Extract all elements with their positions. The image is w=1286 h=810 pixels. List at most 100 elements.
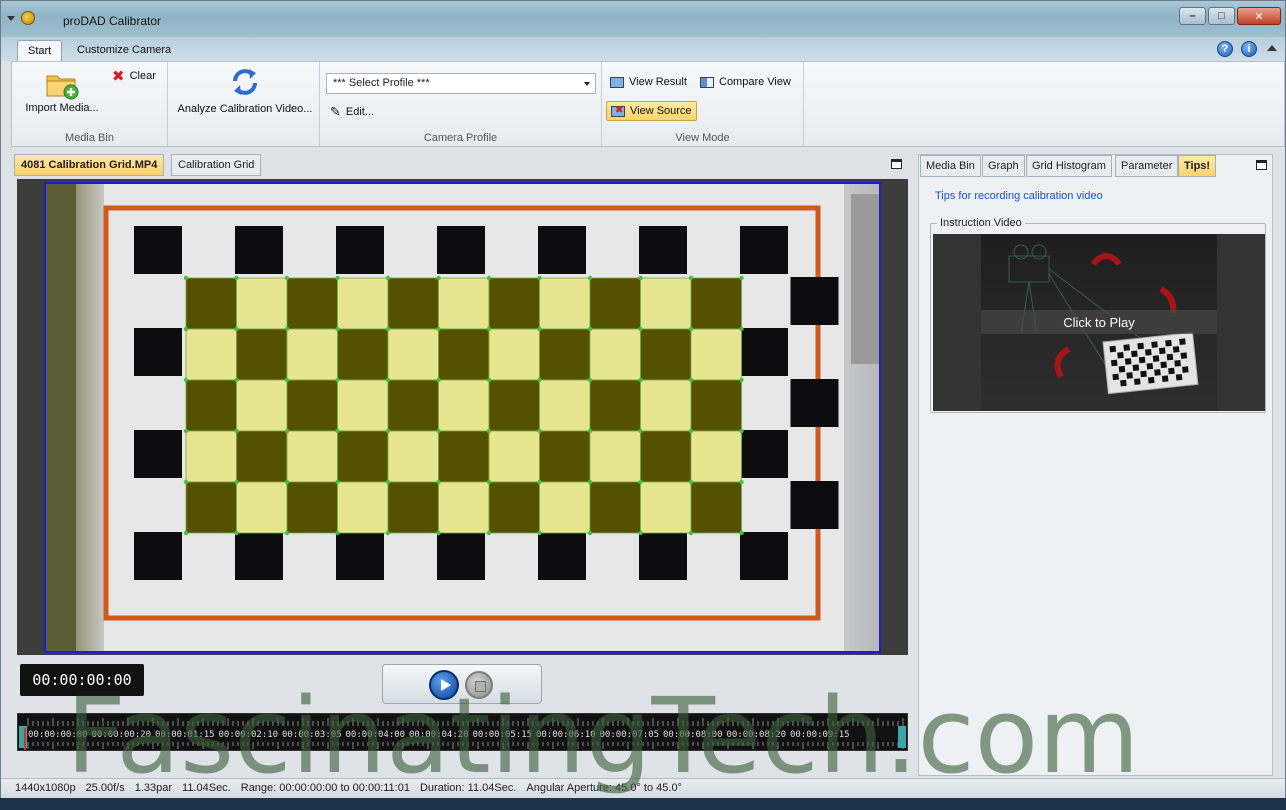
grid-corner-point: [688, 275, 694, 281]
status-duration: Duration: 11.04Sec.: [419, 782, 517, 794]
grid-corner-point: [436, 326, 441, 332]
detected-grid-cell: [589, 277, 641, 330]
detected-grid-cell: [438, 277, 490, 330]
monitor-icon: [610, 76, 624, 88]
close-button[interactable]: ✕: [1237, 7, 1281, 25]
timeline-tick-label: 00:00:06:10: [536, 730, 596, 740]
app-logo-icon: [21, 11, 35, 25]
clear-x-icon: ✖: [112, 68, 125, 85]
tab-start[interactable]: Start: [17, 40, 63, 62]
edit-profile-button[interactable]: ✎ Edit...: [326, 102, 378, 122]
window-title: proDAD Calibrator: [63, 14, 162, 28]
timeline-tick-label: 00:00:00:00: [28, 730, 88, 740]
ribbon-tab-bar: Start Customize Camera ? i: [1, 37, 1285, 62]
refresh-icon: [233, 69, 257, 95]
checker-square: [740, 226, 788, 274]
profile-select[interactable]: *** Select Profile ***: [326, 73, 596, 94]
grid-corner-point: [234, 428, 239, 434]
instruction-video-thumbnail[interactable]: Click to Play: [933, 234, 1265, 411]
media-bin-group-label: Media Bin: [65, 132, 114, 144]
checker-square: [740, 328, 788, 376]
checker-square: [639, 226, 687, 274]
detected-grid-cell: [539, 379, 591, 432]
detected-grid-cell: [488, 481, 540, 534]
grid-corner-point: [688, 428, 694, 434]
ribbon-collapse-icon[interactable]: [1267, 45, 1277, 51]
detected-grid-cell: [539, 481, 591, 534]
tab-parameter[interactable]: Parameter: [1115, 155, 1179, 177]
analyze-calibration-button[interactable]: Analyze Calibration Video...: [172, 66, 318, 115]
detected-grid-cell: [387, 277, 439, 330]
grid-corner-point: [587, 530, 593, 536]
checker-square: [235, 532, 283, 580]
checker-square: [639, 532, 687, 580]
grid-corner-point: [284, 428, 290, 434]
grid-corner-point: [385, 479, 391, 485]
transport-controls: [382, 664, 542, 704]
timeline[interactable]: 00:00:00:00 00:00:00:20 00:00:01:15 00:00:0…: [17, 713, 908, 751]
detected-grid-cell: [690, 379, 742, 432]
play-button[interactable]: [429, 670, 459, 700]
system-menu-icon[interactable]: [7, 15, 15, 21]
view-source-button[interactable]: ✖ View Source: [606, 101, 697, 121]
calibration-grid-image: [46, 184, 879, 651]
detected-grid-cell: [640, 277, 692, 330]
grid-corner-point: [284, 530, 290, 536]
stop-button[interactable]: [465, 671, 493, 699]
compare-view-label: Compare View: [719, 76, 791, 88]
maximize-panel-icon[interactable]: [1256, 160, 1267, 170]
right-panel: Media Bin Graph Grid Histogram Parameter…: [918, 154, 1273, 776]
tab-calibration-grid[interactable]: Calibration Grid: [171, 154, 262, 176]
tab-video-file[interactable]: 4081 Calibration Grid.MP4: [14, 154, 165, 176]
grid-corner-point: [436, 377, 441, 383]
timeline-tick-label: 00:00:01:15: [155, 730, 215, 740]
maximize-button[interactable]: □: [1208, 7, 1235, 25]
detected-grid-cell: [488, 430, 540, 483]
grid-corner-point: [183, 377, 189, 383]
click-to-play-label[interactable]: Click to Play: [981, 310, 1217, 334]
checker-square: [134, 430, 182, 478]
grid-corner-point: [638, 428, 643, 434]
folder-add-icon: [46, 75, 79, 100]
clear-button[interactable]: ✖ Clear: [108, 66, 160, 86]
tips-link[interactable]: Tips for recording calibration video: [935, 190, 1103, 202]
detected-grid-cell: [185, 430, 237, 483]
timeline-playhead[interactable]: [24, 728, 26, 750]
detected-grid-cell: [337, 430, 389, 483]
compare-icon: [700, 76, 714, 88]
tab-tips[interactable]: Tips!: [1178, 155, 1217, 177]
tab-graph[interactable]: Graph: [982, 155, 1025, 177]
grid-corner-point: [183, 428, 189, 434]
checker-square: [538, 532, 586, 580]
video-preview[interactable]: [44, 182, 881, 653]
import-media-button[interactable]: Import Media...: [18, 68, 106, 114]
tab-customize-camera[interactable]: Customize Camera: [67, 40, 181, 62]
tab-grid-histogram[interactable]: Grid Histogram: [1026, 155, 1112, 177]
detected-grid-cell: [589, 328, 641, 381]
tab-media-bin[interactable]: Media Bin: [920, 155, 981, 177]
view-result-button[interactable]: View Result: [606, 72, 691, 92]
grid-corner-point: [234, 479, 239, 485]
detected-grid-cell: [185, 379, 237, 432]
detected-grid-cell: [690, 328, 742, 381]
timeline-tick-label: 00:00:04:00: [345, 730, 406, 740]
grid-corner-point: [183, 326, 189, 332]
timeline-end-handle[interactable]: [898, 726, 906, 748]
minimize-button[interactable]: –: [1179, 7, 1206, 25]
grid-corner-point: [486, 530, 492, 536]
grid-corner-point: [537, 275, 542, 281]
detected-grid-cell: [539, 277, 591, 330]
compare-view-button[interactable]: Compare View: [696, 72, 795, 92]
grid-corner-point: [739, 530, 744, 536]
help-icon[interactable]: ?: [1217, 41, 1233, 57]
info-icon[interactable]: i: [1241, 41, 1257, 57]
grid-corner-point: [537, 377, 542, 383]
checker-square: [740, 532, 788, 580]
maximize-panel-icon[interactable]: [891, 159, 902, 169]
detected-grid-cell: [185, 328, 237, 381]
detected-grid-cell: [488, 328, 540, 381]
grid-corner-point: [537, 530, 542, 536]
grid-corner-point: [486, 377, 492, 383]
title-bar: proDAD Calibrator – □ ✕: [1, 1, 1285, 37]
checker-square: [790, 277, 839, 325]
